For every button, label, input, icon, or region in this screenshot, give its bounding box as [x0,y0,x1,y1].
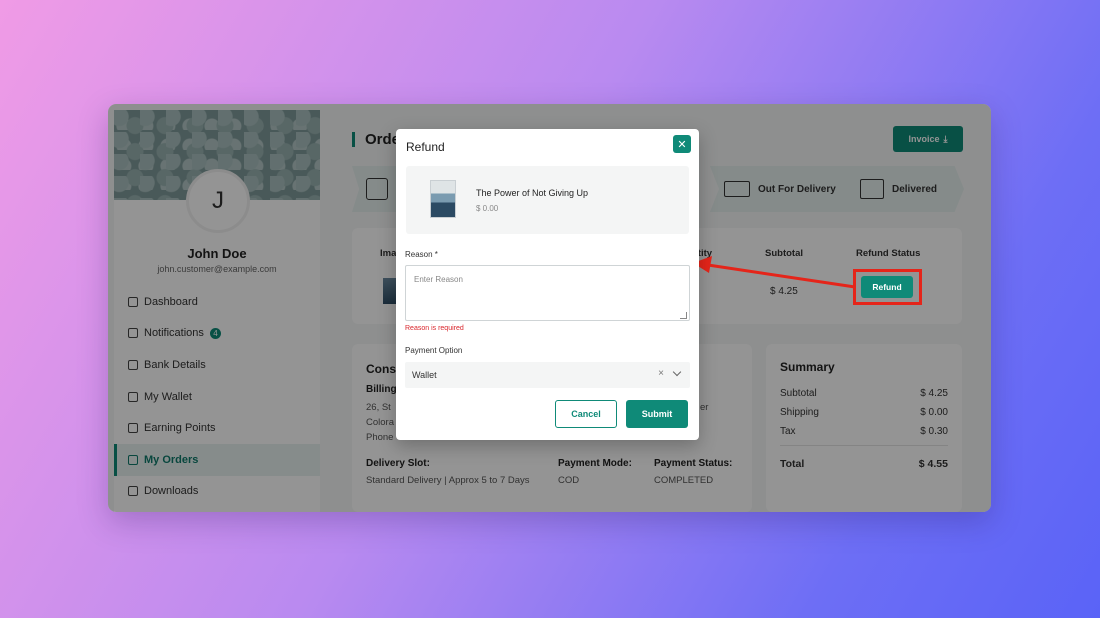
cancel-button[interactable]: Cancel [555,400,617,428]
product-price: $ 0.00 [476,204,499,213]
modal-title: Refund [406,140,445,154]
payment-option-select[interactable]: Wallet × [405,362,690,388]
refund-product-card: The Power of Not Giving Up $ 0.00 [406,166,689,234]
reason-error-message: Reason is required [405,325,464,332]
submit-button[interactable]: Submit [626,400,688,428]
arrow-line [707,263,856,289]
close-icon: ✕ [677,138,687,151]
refund-modal: Refund ✕ The Power of Not Giving Up $ 0.… [396,129,699,440]
chevron-down-icon[interactable] [672,367,682,377]
book-cover-image [430,180,456,218]
clear-icon[interactable]: × [658,368,664,379]
reason-textarea[interactable] [405,265,690,321]
payment-option-label: Payment Option [405,346,463,355]
payment-option-value: Wallet [412,370,437,380]
product-name: The Power of Not Giving Up [476,188,589,198]
reason-label: Reason * [405,250,438,259]
close-button[interactable]: ✕ [673,135,691,153]
resize-handle[interactable] [680,312,687,319]
